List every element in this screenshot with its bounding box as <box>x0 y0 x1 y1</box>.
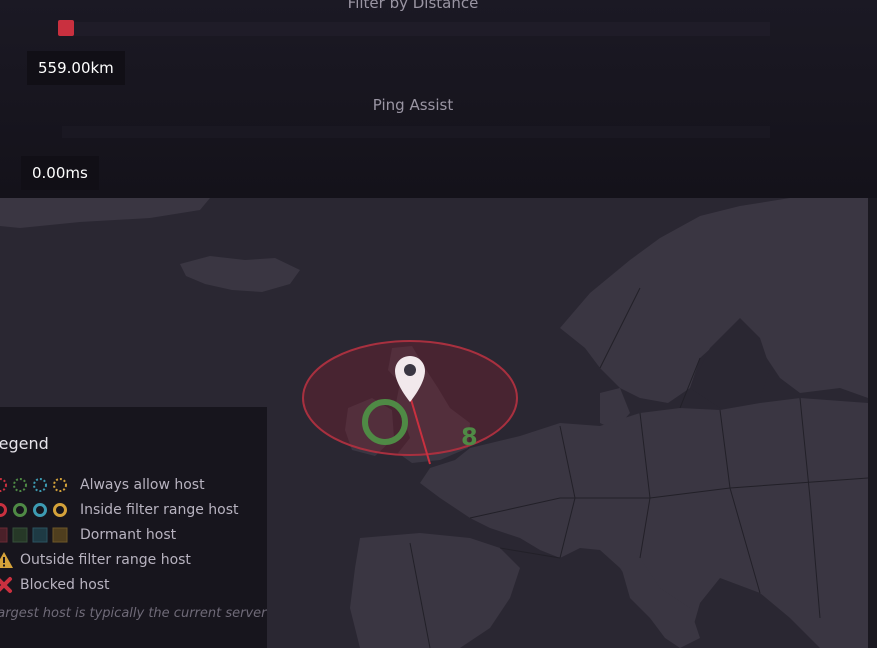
legend-label: Outside filter range host <box>20 552 191 568</box>
legend-note: Largest host is typically the current se… <box>0 606 267 621</box>
distance-slider-track[interactable] <box>62 22 770 36</box>
blocked-x-icon <box>0 577 12 593</box>
legend-title: Legend <box>0 434 49 453</box>
filter-panel: Filter by Distance 559.00km Ping Assist … <box>0 0 877 198</box>
dormant-host-icon <box>0 527 68 543</box>
always-allow-host-icon <box>0 478 67 492</box>
legend-blocked: Blocked host <box>0 575 267 595</box>
location-pin-icon <box>395 356 425 402</box>
legend-always-allow: Always allow host <box>0 475 267 495</box>
ping-value-label: 0.00ms <box>21 156 99 190</box>
legend-outside-range: Outside filter range host <box>0 550 267 570</box>
map-scroll-edge <box>868 198 877 648</box>
distance-value-label: 559.00km <box>27 51 125 85</box>
inside-range-host-icon <box>0 503 67 517</box>
map-legend: Legend Always allow host Inside filter r… <box>0 407 267 648</box>
legend-label: Inside filter range host <box>80 502 239 518</box>
legend-label: Dormant host <box>80 527 177 543</box>
legend-dormant: Dormant host <box>0 525 267 545</box>
legend-label: Always allow host <box>80 477 205 493</box>
ping-assist-title: Ping Assist <box>372 96 454 114</box>
ping-slider-track[interactable] <box>62 126 770 138</box>
distance-slider-handle[interactable] <box>58 20 74 36</box>
legend-label: Blocked host <box>20 577 110 593</box>
warning-icon <box>0 552 13 568</box>
distance-filter-title: Filter by Distance <box>347 0 479 12</box>
server-cluster-count[interactable]: 8 <box>461 423 478 451</box>
legend-inside-range: Inside filter range host <box>0 500 267 520</box>
